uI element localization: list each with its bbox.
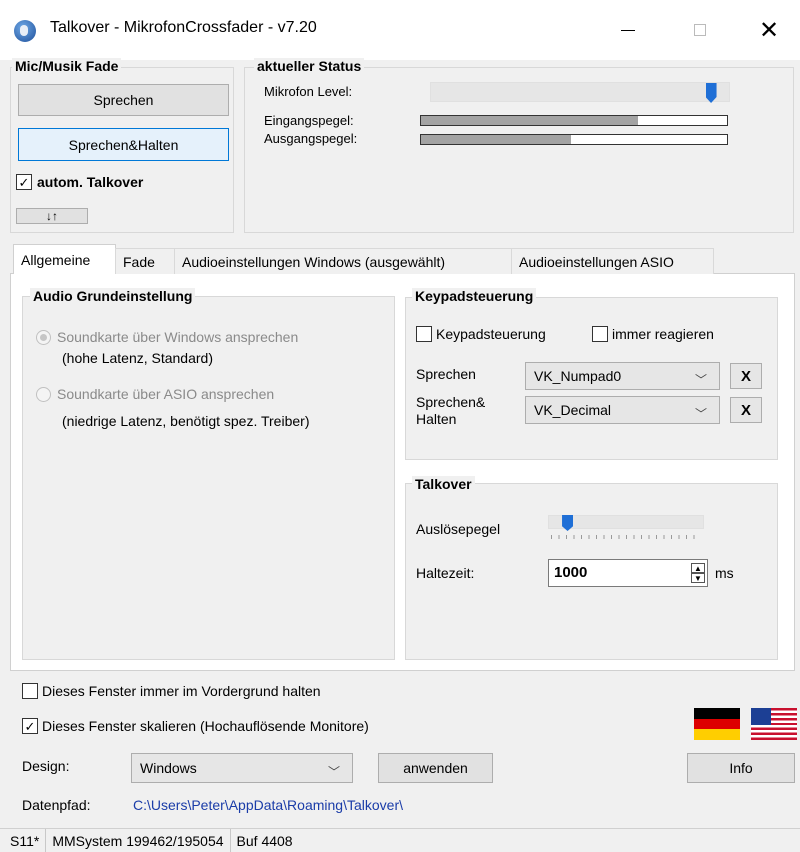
minimize-icon	[621, 29, 635, 31]
output-level-meter	[420, 134, 728, 145]
us-flag-icon[interactable]	[751, 708, 797, 740]
chevron-down-icon: ﹀	[694, 407, 707, 421]
radio-windows-label: Soundkarte über Windows ansprechen	[57, 329, 299, 345]
trigger-level-ticks	[551, 535, 701, 539]
german-flag-icon[interactable]	[694, 708, 740, 740]
spinner-up-icon[interactable]: ▲	[691, 563, 705, 573]
data-path-link[interactable]: C:\Users\Peter\AppData\Roaming\Talkover\	[133, 797, 403, 813]
auto-talkover-label: autom. Talkover	[37, 174, 144, 190]
data-path-label: Datenpfad:	[22, 797, 91, 813]
keypad-talk-hold-value: VK_Decimal	[534, 402, 612, 418]
keypad-talk-value: VK_Numpad0	[534, 368, 622, 384]
mic-music-title: Mic/Musik Fade	[12, 58, 122, 74]
keypad-title: Keypadsteuerung	[412, 288, 537, 304]
checkbox-empty-icon	[592, 326, 608, 342]
keypad-talk-hold-label-1: Sprechen&	[416, 394, 486, 410]
status-title: aktueller Status	[254, 58, 365, 74]
tab-audio-windows[interactable]: Audioeinstellungen Windows (ausgewählt)	[174, 248, 512, 274]
clear-talk-button[interactable]: X	[730, 363, 762, 389]
info-button[interactable]: Info	[687, 753, 795, 783]
hold-time-value: 1000	[554, 564, 588, 581]
talk-button[interactable]: Sprechen	[18, 84, 229, 116]
status-cell-3: Buf 4408	[236, 832, 293, 849]
checkbox-empty-icon	[22, 683, 38, 699]
title-bar[interactable]: Talkover - MikrofonCrossfader - v7.20 ✕	[0, 0, 800, 60]
radio-unselected-icon	[36, 386, 51, 402]
status-cell-1: S11*	[0, 829, 47, 852]
checkbox-checked-icon: ✓	[16, 174, 32, 190]
always-react-checkbox[interactable]: immer reagieren	[592, 326, 714, 342]
radio-asio[interactable]: Soundkarte über ASIO ansprechen	[36, 386, 274, 402]
mic-level-label: Mikrofon Level:	[264, 84, 353, 99]
scale-label: Dieses Fenster skalieren (Hochauflösende…	[42, 718, 369, 734]
output-level-fill	[421, 135, 571, 144]
status-cell-2: MMSystem 199462/195054	[46, 829, 231, 852]
always-react-label: immer reagieren	[612, 326, 714, 342]
mic-level-slider[interactable]	[430, 82, 730, 103]
input-level-label: Eingangspegel:	[264, 113, 354, 128]
input-level-fill	[421, 116, 639, 125]
radio-selected-icon	[36, 329, 51, 345]
close-icon: ✕	[758, 16, 780, 44]
auto-talkover-checkbox[interactable]: ✓ autom. Talkover	[16, 174, 143, 190]
app-icon[interactable]	[14, 20, 36, 42]
keypad-checkbox-label: Keypadsteuerung	[436, 326, 546, 342]
asio-desc: (niedrige Latenz, benötigt spez. Treiber…	[62, 413, 310, 429]
tab-allgemeine[interactable]: Allgemeine	[13, 244, 116, 274]
keypad-talk-hold-label-2: Halten	[416, 411, 457, 427]
keypad-talk-select[interactable]: VK_Numpad0 ﹀	[525, 362, 720, 390]
chevron-down-icon: ﹀	[327, 765, 340, 779]
keypad-checkbox[interactable]: Keypadsteuerung	[416, 326, 546, 342]
design-value: Windows	[140, 760, 197, 776]
window-title: Talkover - MikrofonCrossfader - v7.20	[50, 19, 317, 36]
status-bar: S11* MMSystem 199462/195054 Buf 4408	[0, 828, 800, 852]
tab-fade[interactable]: Fade	[115, 248, 175, 274]
checkbox-empty-icon	[416, 326, 432, 342]
swap-arrows-icon: ↓↑	[46, 209, 58, 223]
radio-asio-label: Soundkarte über ASIO ansprechen	[57, 386, 275, 402]
minimize-button[interactable]	[605, 0, 651, 60]
hold-time-unit: ms	[715, 565, 734, 581]
foreground-checkbox[interactable]: Dieses Fenster immer im Vordergrund halt…	[22, 683, 321, 699]
hold-time-label: Haltezeit:	[416, 565, 475, 581]
checkbox-checked-icon: ✓	[22, 718, 38, 734]
apply-button[interactable]: anwenden	[378, 753, 493, 783]
design-select[interactable]: Windows ﹀	[131, 753, 353, 783]
hold-time-spinner[interactable]: 1000 ▲ ▼	[548, 559, 708, 587]
close-button[interactable]: ✕	[746, 0, 792, 60]
output-level-label: Ausgangspegel:	[264, 131, 358, 146]
chevron-down-icon: ﹀	[694, 373, 707, 387]
scale-checkbox[interactable]: ✓ Dieses Fenster skalieren (Hochauflösen…	[22, 718, 369, 734]
maximize-icon	[694, 24, 706, 36]
trigger-level-thumb[interactable]	[562, 515, 574, 531]
design-label: Design:	[22, 758, 70, 774]
radio-windows[interactable]: Soundkarte über Windows ansprechen	[36, 329, 298, 345]
swap-button[interactable]: ↓↑	[16, 208, 88, 224]
input-level-meter	[420, 115, 728, 126]
audio-basic-title: Audio Grundeinstellung	[30, 288, 196, 304]
talkover-title: Talkover	[412, 476, 475, 492]
trigger-level-slider[interactable]	[548, 515, 704, 531]
mic-level-thumb[interactable]	[705, 83, 717, 103]
maximize-button[interactable]	[677, 0, 723, 60]
windows-desc: (hohe Latenz, Standard)	[62, 350, 213, 366]
keypad-talk-hold-select[interactable]: VK_Decimal ﹀	[525, 396, 720, 424]
clear-talk-hold-button[interactable]: X	[730, 397, 762, 423]
keypad-talk-label: Sprechen	[416, 366, 476, 382]
foreground-label: Dieses Fenster immer im Vordergrund halt…	[42, 683, 321, 699]
tab-audio-asio[interactable]: Audioeinstellungen ASIO	[511, 248, 714, 274]
talk-hold-button[interactable]: Sprechen&Halten	[18, 128, 229, 161]
spinner-down-icon[interactable]: ▼	[691, 573, 705, 583]
trigger-level-label: Auslösepegel	[416, 521, 501, 537]
